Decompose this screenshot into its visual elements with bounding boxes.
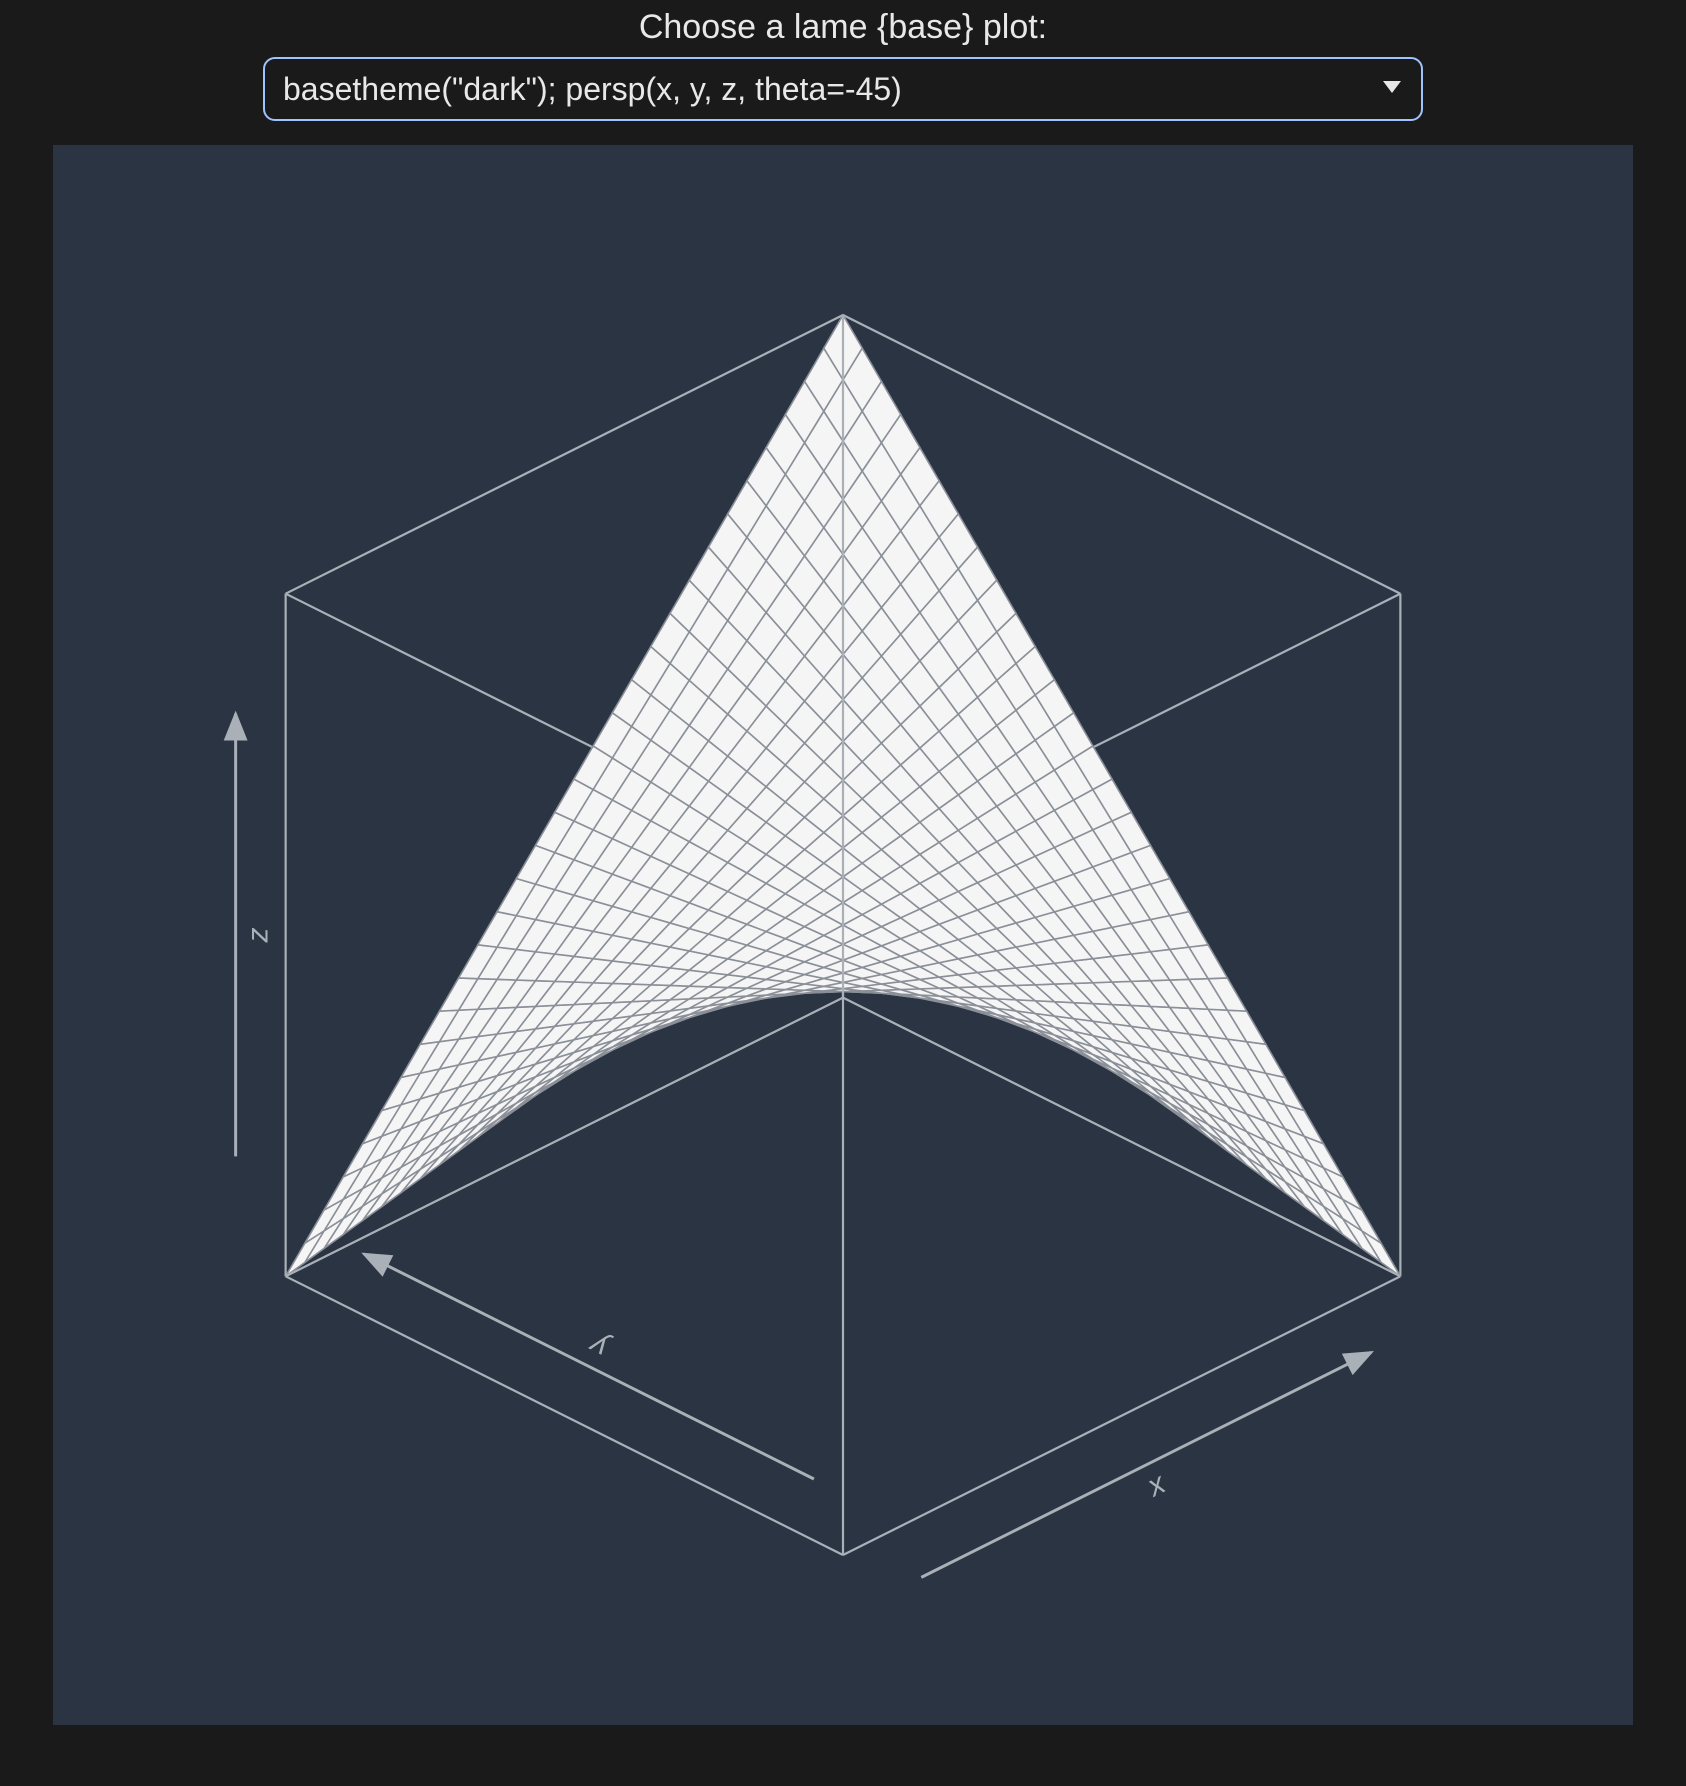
svg-text:z: z — [242, 928, 275, 944]
persp-plot: x y z — [53, 145, 1633, 1725]
select-label: Choose a lame {base} plot: — [639, 8, 1047, 47]
plot-select[interactable]: basetheme("dark"); persp(x, y, z, theta=… — [263, 57, 1423, 121]
svg-text:y: y — [583, 1327, 615, 1365]
svg-text:x: x — [1140, 1466, 1171, 1504]
plot-select-value: basetheme("dark"); persp(x, y, z, theta=… — [283, 71, 902, 108]
plot-panel: x y z — [53, 145, 1633, 1725]
plot-select-wrap[interactable]: basetheme("dark"); persp(x, y, z, theta=… — [263, 57, 1423, 121]
